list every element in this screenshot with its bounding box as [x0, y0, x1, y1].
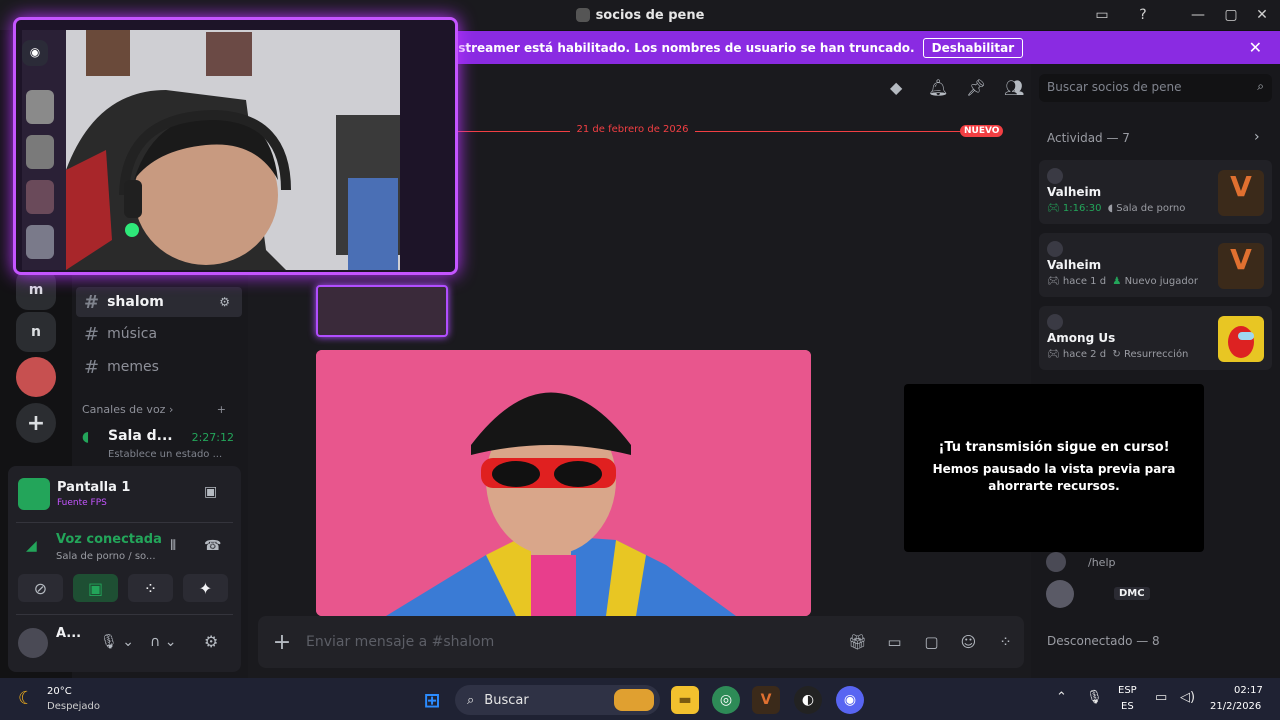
search-icon: ⌕: [467, 692, 475, 708]
activity-card[interactable]: Among Us 🎮︎ hace 2 d ↻ Resurrección: [1039, 306, 1272, 370]
activity-card[interactable]: Valheim 🎮︎ 1:16:30 ◖ Sala de porno V: [1039, 160, 1272, 224]
voice-channel[interactable]: ◖ Sala d... 2:27:12 Establece un estado …: [82, 427, 234, 463]
new-messages-divider: [400, 131, 1000, 132]
avatar: [1047, 168, 1063, 184]
server-m[interactable]: m: [16, 270, 56, 310]
window-title: socios de pene: [595, 7, 705, 23]
valheim-thumbnail: V: [1218, 170, 1264, 216]
obs-icon[interactable]: ◐: [794, 686, 822, 714]
valheim-icon[interactable]: V: [752, 686, 780, 714]
gift-icon[interactable]: 🎁︎: [839, 633, 876, 651]
close-button[interactable]: ✕: [1244, 0, 1280, 30]
banner-text: El modo streamer está habilitado. Los no…: [400, 40, 915, 55]
message-composer: + Enviar mensaje a #shalom 🎁︎ ▭ ▢ ☺ ⁘: [258, 616, 1024, 668]
image-attachment[interactable]: [316, 350, 811, 616]
emoji-icon[interactable]: ☺: [950, 633, 987, 651]
webcam-feed: [16, 20, 455, 272]
inbox-icon[interactable]: ▭: [1084, 0, 1120, 30]
avatar: [1047, 314, 1063, 330]
message-input[interactable]: Enviar mensaje a #shalom: [306, 634, 839, 650]
settings-icon[interactable]: ⚙: [204, 632, 218, 651]
discord-logo-icon[interactable]: ◉: [22, 40, 48, 66]
share-screen-button[interactable]: ▣: [73, 574, 118, 602]
discord-icon[interactable]: ◉: [836, 686, 864, 714]
taskbar-search[interactable]: ⌕ Buscar: [455, 685, 660, 715]
members-icon[interactable]: 👥︎: [1004, 78, 1024, 97]
hash-icon: #: [84, 291, 100, 313]
channel-musica[interactable]: # música: [76, 319, 242, 349]
avatar[interactable]: [1046, 552, 1066, 572]
gamepad-icon: 🎮︎: [1047, 203, 1063, 214]
gif-icon[interactable]: ▭: [876, 633, 913, 651]
headphones-icon[interactable]: ∩ ⌄: [150, 634, 176, 650]
sticker-icon[interactable]: ▢: [913, 633, 950, 651]
chevron-up-icon[interactable]: ⌃: [1056, 690, 1067, 705]
channel-memes[interactable]: # memes: [76, 352, 242, 382]
microphone-tray-icon[interactable]: 🎙︎: [1086, 690, 1103, 705]
portrait-image: [316, 350, 811, 616]
network-icon[interactable]: ▭: [1155, 690, 1167, 705]
streamer-mode-banner: El modo streamer está habilitado. Los no…: [390, 31, 1280, 64]
avatar[interactable]: [18, 628, 48, 658]
close-icon[interactable]: ✕: [1249, 38, 1262, 57]
windows-start-icon[interactable]: ⊞: [418, 686, 446, 714]
chevron-right-icon[interactable]: ›: [1254, 129, 1260, 145]
stream-preview-paused: ¡Tu transmisión sigue en curso! Hemos pa…: [904, 384, 1204, 552]
activities-button[interactable]: ⁘: [128, 574, 173, 602]
soundboard-button[interactable]: ✦: [183, 574, 228, 602]
search-input[interactable]: Buscar socios de pene ⌕: [1039, 74, 1272, 102]
threads-icon[interactable]: ◆: [890, 78, 902, 97]
disconnect-icon[interactable]: ☎: [204, 538, 221, 554]
webcam-overlay-tail: [316, 285, 448, 337]
pin-icon[interactable]: 📌︎: [966, 78, 986, 97]
server-icon: [575, 8, 590, 22]
help-icon[interactable]: ?: [1125, 0, 1161, 30]
signal-icon: ◢: [26, 538, 37, 554]
server-n[interactable]: n: [16, 312, 56, 352]
date-divider: 21 de febrero de 2026: [570, 124, 695, 135]
add-server-icon[interactable]: +: [16, 403, 56, 443]
search-icon: ⌕: [1257, 79, 1264, 93]
camera-off-button[interactable]: ⊘: [18, 574, 63, 602]
valheim-thumbnail: V: [1218, 243, 1264, 289]
chrome-icon[interactable]: ◎: [712, 686, 740, 714]
disable-button[interactable]: Deshabilitar: [922, 37, 1024, 58]
gamepad-icon: 🎮︎: [1047, 276, 1063, 287]
apps-icon[interactable]: ⁘: [987, 633, 1024, 651]
bell-icon[interactable]: 🔔︎: [928, 78, 948, 97]
avatar: [1047, 241, 1063, 257]
member-tag: DMC: [1114, 587, 1150, 600]
microphone-icon[interactable]: 🎙︎ ⌄: [100, 634, 134, 650]
among-us-thumbnail: [1218, 316, 1264, 362]
monitor-icon[interactable]: ▣: [204, 484, 217, 500]
offline-header: Desconectado — 8: [1047, 634, 1160, 648]
activity-card[interactable]: Valheim 🎮︎ hace 1 d ♟ Nuevo jugador V: [1039, 233, 1272, 297]
weather-icon[interactable]: ☾: [18, 688, 34, 709]
activity-header: Actividad — 7: [1047, 131, 1130, 145]
avatar[interactable]: [1046, 580, 1074, 608]
member-status: /help: [1088, 556, 1116, 569]
gamepad-icon: 🎮︎: [1047, 349, 1063, 360]
noise-suppression-icon[interactable]: ⦀: [170, 538, 176, 554]
add-channel-icon[interactable]: +: [217, 403, 226, 416]
hash-icon: #: [84, 356, 100, 378]
speaker-icon: ◖: [82, 429, 90, 445]
new-badge: NUEVO: [960, 125, 1004, 137]
screen-share-icon: [18, 478, 50, 510]
hash-icon: #: [84, 323, 100, 345]
add-attachment-icon[interactable]: +: [258, 630, 306, 655]
channel-shalom[interactable]: # shalom ⚙: [76, 287, 242, 317]
search-highlight-icon: [614, 689, 654, 711]
minimize-button[interactable]: —: [1180, 0, 1216, 30]
voice-category[interactable]: Canales de voz › +: [82, 403, 232, 416]
webcam-overlay: [13, 17, 458, 275]
file-explorer-icon[interactable]: ▬: [671, 686, 699, 714]
server-avatar[interactable]: [16, 357, 56, 397]
channel-settings-icon[interactable]: ⚙: [219, 295, 234, 309]
volume-icon[interactable]: ◁): [1180, 690, 1195, 705]
user-panel: Pantalla 1 Fuente FPS ▣ ◢ Voz conectada …: [8, 466, 241, 672]
